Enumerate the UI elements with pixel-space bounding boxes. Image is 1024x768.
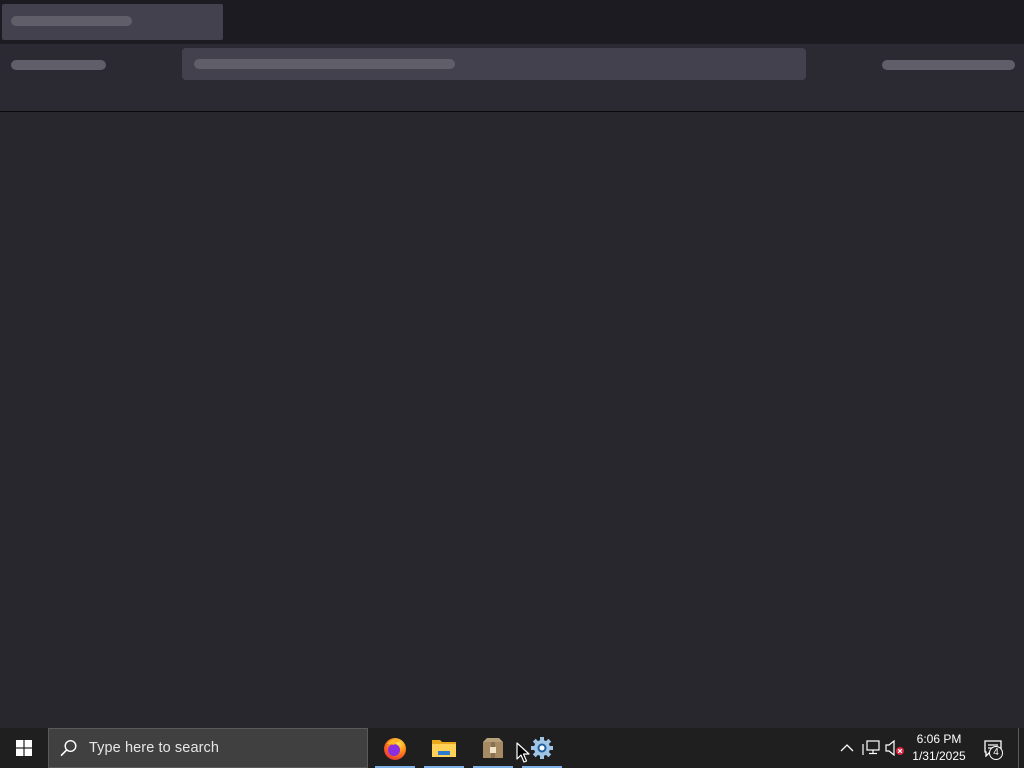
browser-toolbar bbox=[0, 44, 1024, 112]
package-icon bbox=[483, 738, 503, 758]
volume-button[interactable] bbox=[884, 728, 906, 768]
search-placeholder: Type here to search bbox=[89, 740, 220, 756]
tab-strip bbox=[0, 0, 1024, 44]
show-desktop-button[interactable] bbox=[1018, 728, 1024, 768]
windows-logo-icon bbox=[16, 740, 32, 756]
tab-title-placeholder bbox=[11, 16, 132, 26]
folder-icon bbox=[432, 740, 456, 757]
toolbar-actions-placeholder bbox=[882, 60, 1015, 70]
chevron-up-icon bbox=[840, 744, 854, 752]
taskbar-search-box[interactable]: Type here to search bbox=[48, 728, 368, 768]
taskbar: Type here to search 6:06 PM 1/31/2025 4 bbox=[0, 728, 1024, 768]
taskbar-app-firefox[interactable] bbox=[375, 728, 415, 768]
clock-time: 6:06 PM bbox=[916, 732, 962, 746]
show-hidden-icons-button[interactable] bbox=[836, 728, 858, 768]
url-bar[interactable] bbox=[182, 48, 806, 80]
volume-muted-icon bbox=[885, 740, 904, 756]
taskbar-clock[interactable]: 6:06 PM 1/31/2025 bbox=[906, 728, 972, 768]
nav-buttons-placeholder bbox=[11, 60, 106, 70]
browser-tab[interactable] bbox=[2, 4, 223, 40]
start-button[interactable] bbox=[0, 728, 48, 768]
clock-date: 1/31/2025 bbox=[912, 749, 966, 763]
browser-window bbox=[0, 0, 1024, 728]
network-icon bbox=[862, 740, 880, 755]
search-icon bbox=[49, 729, 89, 767]
mouse-cursor-icon bbox=[516, 742, 530, 763]
taskbar-app-package-manager[interactable] bbox=[473, 728, 513, 768]
page-content-area[interactable] bbox=[0, 113, 1024, 728]
firefox-icon bbox=[384, 738, 406, 760]
network-status-button[interactable] bbox=[860, 728, 882, 768]
taskbar-app-file-explorer[interactable] bbox=[424, 728, 464, 768]
url-text-placeholder bbox=[194, 59, 455, 69]
notification-count-badge: 4 bbox=[989, 746, 1003, 760]
gear-icon bbox=[531, 737, 553, 759]
